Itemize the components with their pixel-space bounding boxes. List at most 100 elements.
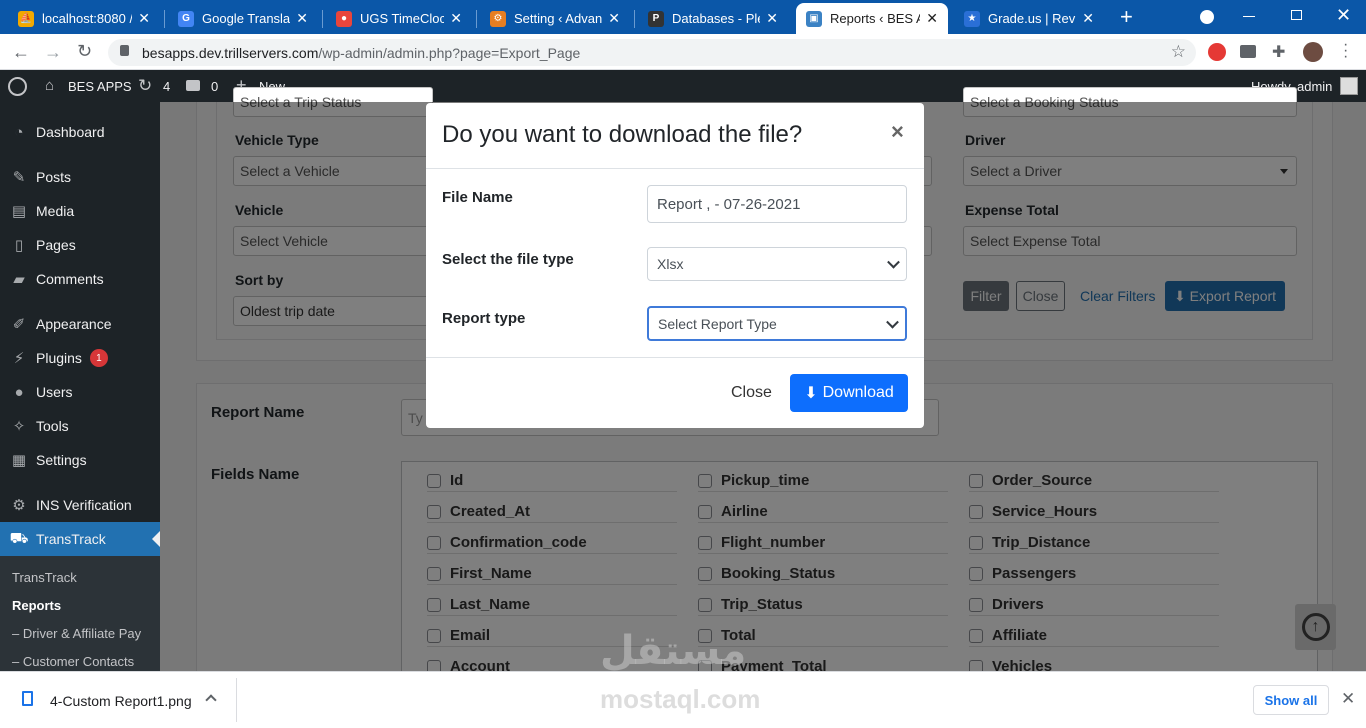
download-button[interactable]: ⬇ Download	[790, 374, 908, 412]
tab-separator	[322, 10, 323, 28]
tab-close-icon[interactable]: ✕	[1082, 10, 1094, 27]
car-icon: ⛟	[9, 529, 29, 547]
tab-2[interactable]: G Google Translate ✕	[168, 3, 318, 34]
tab-1[interactable]: ⛵ localhost:8080 / 1 ✕	[8, 3, 160, 34]
modal-close-button[interactable]: Close	[731, 384, 772, 402]
tab-title: Setting ‹ Advance	[514, 11, 603, 26]
tab-favicon-icon: ⚙	[490, 10, 506, 27]
file-icon	[22, 691, 33, 706]
close-shelf-icon[interactable]: ✕	[1341, 689, 1355, 709]
sidebar-item-transtrack[interactable]: ⛟ TransTrack	[0, 522, 160, 556]
user-avatar[interactable]	[1340, 77, 1358, 95]
updates-count[interactable]: 4	[163, 79, 170, 94]
report-type-label: Report type	[442, 310, 526, 327]
tab-close-icon[interactable]: ✕	[296, 10, 308, 27]
sidebar-item-settings[interactable]: ▦ Settings	[0, 443, 160, 477]
comment-icon: ▰	[13, 271, 25, 288]
sidebar-item-label: TransTrack	[36, 531, 106, 547]
sidebar-item-label: Plugins	[36, 350, 82, 366]
submenu-item[interactable]: – Driver & Affiliate Pay	[12, 626, 141, 641]
home-icon[interactable]: ⌂	[45, 77, 54, 94]
comments-count[interactable]: 0	[211, 79, 218, 94]
tab-3[interactable]: ● UGS TimeClock 1 ✕	[326, 3, 472, 34]
modal-title: Do you want to download the file?	[442, 121, 803, 148]
sidebar-item-media[interactable]: ▤ Media	[0, 194, 160, 228]
sidebar-item-label: Appearance	[36, 316, 112, 332]
omnibox[interactable]: besapps.dev.trillservers.com/wp-admin/ad…	[108, 39, 1196, 66]
brush-icon: ✐	[12, 316, 26, 333]
tab-5[interactable]: P Databases - Plesk ✕	[638, 3, 788, 34]
modal-footer-divider	[426, 357, 924, 358]
reload-icon[interactable]: ↻	[77, 41, 92, 62]
tab-favicon-icon: ▣	[806, 10, 822, 27]
updates-icon[interactable]: ↻	[138, 76, 152, 96]
submenu-item[interactable]: Reports	[12, 598, 61, 613]
sidebar-item-label: Settings	[36, 452, 87, 468]
extension-icon[interactable]	[1208, 43, 1226, 61]
tab-close-icon[interactable]: ✕	[608, 10, 620, 27]
profile-avatar[interactable]	[1303, 42, 1323, 62]
sidebar-item-comments[interactable]: ▰ Comments	[0, 262, 160, 296]
sidebar-item-label: Comments	[36, 271, 104, 287]
tab-4[interactable]: ⚙ Setting ‹ Advance ✕	[480, 3, 630, 34]
sidebar-item-users[interactable]: ● Users	[0, 375, 160, 409]
chevron-up-icon[interactable]	[205, 694, 217, 706]
tab-close-icon[interactable]: ✕	[450, 10, 462, 27]
camera-icon[interactable]	[1240, 45, 1256, 58]
show-all-button[interactable]: Show all	[1253, 685, 1329, 715]
minimize-button[interactable]	[1243, 16, 1255, 17]
download-divider	[236, 678, 237, 722]
tab-favicon-icon: P	[648, 10, 664, 27]
comments-icon[interactable]	[186, 80, 200, 91]
tab-title: Databases - Plesk	[672, 11, 760, 26]
plugins-update-badge: 1	[89, 349, 108, 367]
submenu-item[interactable]: – Customer Contacts	[12, 654, 134, 669]
sidebar-item-posts[interactable]: ✎ Posts	[0, 160, 160, 194]
chevron-down-icon	[887, 255, 900, 269]
sidebar-item-label: Posts	[36, 169, 72, 185]
scroll-top-button[interactable]: ↑	[1295, 604, 1336, 650]
arrow-up-circle-icon: ↑	[1301, 613, 1330, 641]
tab-title: Grade.us | Review	[988, 11, 1076, 26]
watermark-arabic: مستقل	[600, 628, 747, 674]
url-path: /wp-admin/admin.php?page=Export_Page	[318, 44, 581, 61]
url-host: besapps.dev.trillservers.com	[142, 44, 319, 61]
download-label: Download	[822, 384, 894, 401]
sidebar-item-tools[interactable]: ✧ Tools	[0, 409, 160, 443]
tab-6[interactable]: ▣ Reports ‹ BES APP ✕	[796, 3, 948, 34]
tab-separator	[476, 10, 477, 28]
sidebar-item-appearance[interactable]: ✐ Appearance	[0, 307, 160, 341]
tab-close-icon[interactable]: ✕	[766, 10, 778, 27]
tab-favicon-icon: ★	[964, 10, 980, 27]
back-icon[interactable]: ←	[12, 42, 30, 63]
tab-close-icon[interactable]: ✕	[926, 10, 938, 27]
download-arrow-icon: ⬇	[804, 385, 818, 402]
wordpress-logo-icon[interactable]	[8, 77, 27, 96]
tab-close-icon[interactable]: ✕	[138, 10, 150, 27]
tab-title: UGS TimeClock 1	[360, 11, 445, 26]
report-type-select[interactable]: Select Report Type	[647, 306, 907, 341]
wrench-icon: ✧	[12, 418, 26, 435]
file-type-label: Select the file type	[442, 251, 574, 268]
sidebar-item-plugins[interactable]: ⚡ Plugins 1	[0, 341, 160, 375]
puzzle-icon[interactable]: ✚	[1272, 42, 1285, 62]
modal-close-icon[interactable]: ×	[891, 119, 904, 145]
modal-header-divider	[426, 168, 924, 169]
sidebar-item-pages[interactable]: ▯ Pages	[0, 228, 160, 262]
window-close-button[interactable]: ✕	[1336, 5, 1351, 26]
star-icon[interactable]: ☆	[1171, 42, 1186, 62]
tab-search-icon[interactable]	[1200, 10, 1214, 24]
download-file-name[interactable]: 4-Custom Report1.png	[50, 693, 192, 709]
site-name[interactable]: BES APPS	[68, 79, 132, 94]
tab-7[interactable]: ★ Grade.us | Review ✕	[954, 3, 1104, 34]
sidebar-item-dashboard[interactable]: ◔ Dashboard	[0, 115, 160, 149]
chrome-menu-icon[interactable]: · · ·	[1343, 37, 1348, 65]
new-tab-button[interactable]: +	[1120, 6, 1133, 28]
submenu-item[interactable]: TransTrack	[12, 570, 77, 585]
tab-title: localhost:8080 / 1	[42, 11, 132, 26]
forward-icon[interactable]: →	[44, 42, 62, 63]
file-type-select[interactable]: Xlsx	[647, 247, 907, 281]
file-name-input[interactable]: Report , - 07-26-2021	[647, 185, 907, 223]
restore-button[interactable]	[1291, 10, 1302, 20]
sidebar-item-ins-verification[interactable]: ⚙ INS Verification	[0, 488, 160, 522]
